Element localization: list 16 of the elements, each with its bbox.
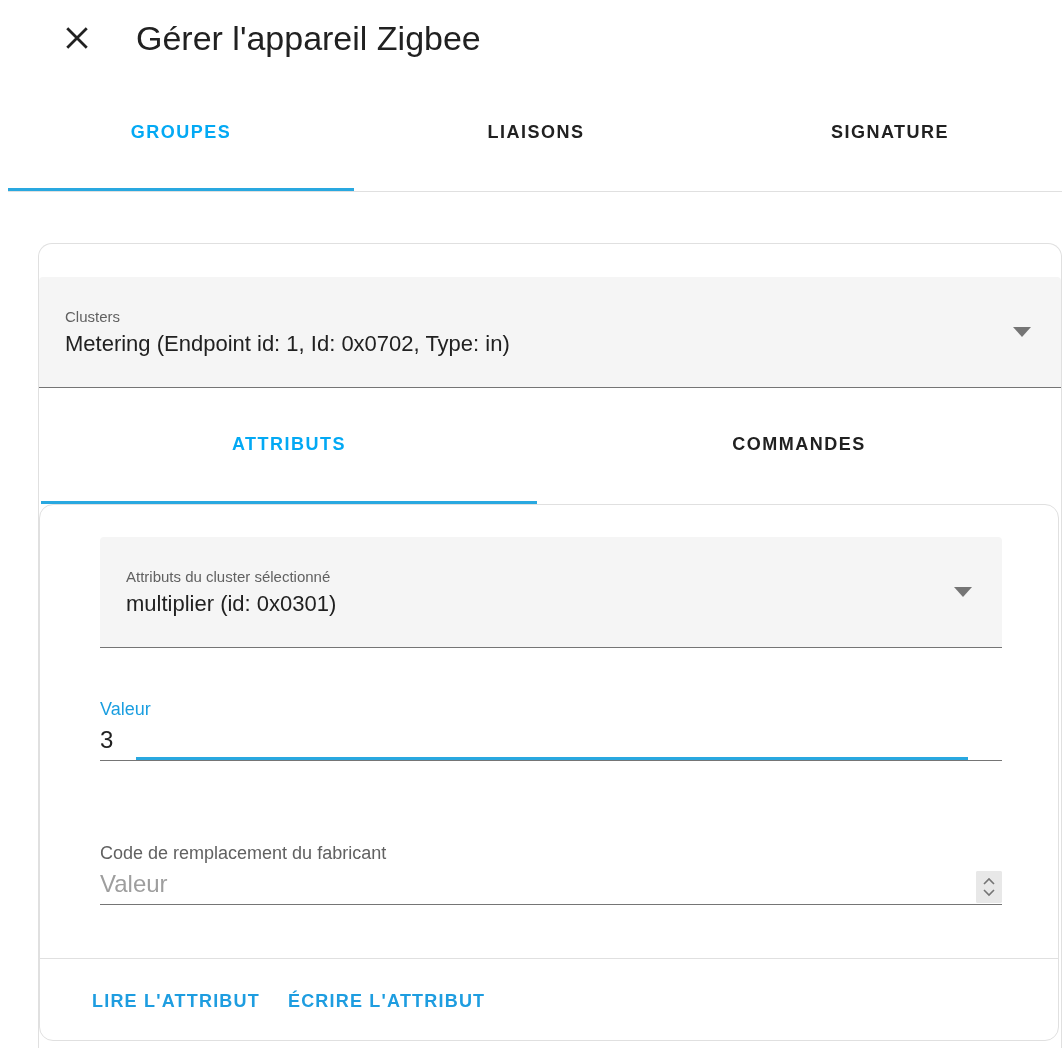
tab[interactable]: LIAISONS [354, 76, 718, 191]
field-value: Metering (Endpoint id: 1, Id: 0x0702, Type: in) [65, 330, 510, 357]
tab[interactable]: COMMANDES [537, 388, 1061, 504]
dropdown-caret-icon [954, 587, 972, 597]
dialog-title: Gérer l'appareil Zigbee [136, 18, 481, 58]
field-value: multiplier (id: 0x0301) [126, 590, 337, 617]
dropdown-caret-icon [1013, 327, 1031, 337]
attribute-select[interactable]: Attributs du cluster sélectionné multiplier (id: 0x0301) [100, 537, 1002, 648]
input-field[interactable]: Valeur [100, 870, 976, 904]
clusters-select[interactable]: Clusters Metering (Endpoint id: 1, Id: 0x0702, Type: in) [39, 277, 1061, 388]
field-label: Code de remplacement du fabricant [100, 843, 388, 864]
tab[interactable]: SIGNATURE [718, 76, 1062, 191]
field-label: Clusters [65, 307, 120, 325]
field-label: Valeur [100, 699, 152, 720]
close-icon[interactable] [64, 25, 90, 51]
field-label: Attributs du cluster sélectionné [126, 567, 331, 585]
